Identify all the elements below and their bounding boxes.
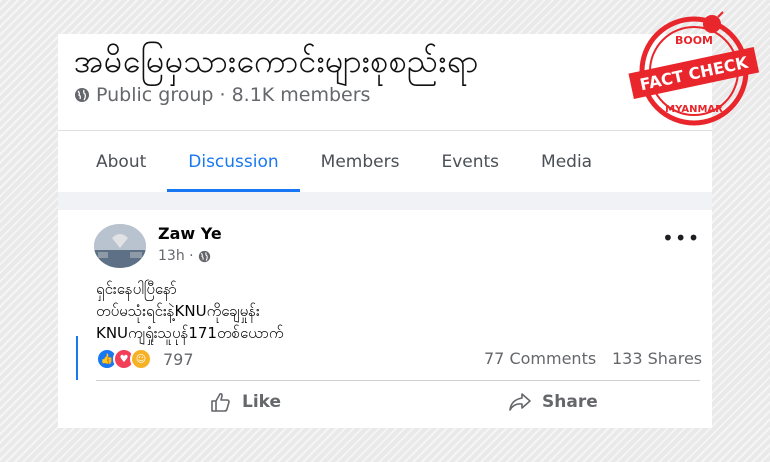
- badge-top-text: BOOM: [675, 34, 713, 47]
- divider: [58, 130, 712, 131]
- tab-events[interactable]: Events: [420, 134, 520, 192]
- group-meta: Public group · 8.1K members: [74, 84, 370, 106]
- like-button[interactable]: Like: [210, 392, 281, 412]
- post-accent-bar: [76, 336, 78, 380]
- post-text-line: KNUကျရှုံးသူပုန်171တစ်ယောက်: [96, 324, 284, 342]
- reaction-count: 797: [163, 349, 194, 369]
- post-time[interactable]: 13h ·: [158, 248, 194, 264]
- thumbs-up-icon: [211, 392, 230, 412]
- tab-media[interactable]: Media: [520, 134, 613, 192]
- group-meta-text: Public group · 8.1K members: [96, 84, 371, 106]
- more-options-icon[interactable]: •••: [662, 228, 700, 248]
- post-text: ရှင်းနေပါပြီနော် တပ်မသုံးရင်းနဲ့KNUကိုချ…: [96, 278, 284, 344]
- divider: [96, 380, 700, 381]
- tab-about[interactable]: About: [74, 134, 167, 192]
- comments-count[interactable]: 77 Comments: [484, 349, 596, 368]
- tab-discussion[interactable]: Discussion: [167, 134, 300, 192]
- share-icon: [509, 393, 531, 411]
- like-label: Like: [242, 392, 282, 412]
- group-name[interactable]: အမိမြေမှသားကောင်းများစုစည်းရာ: [74, 40, 479, 88]
- avatar-image: [94, 224, 146, 268]
- avatar[interactable]: [94, 224, 146, 268]
- post-author[interactable]: Zaw Ye: [158, 224, 222, 243]
- feed-gap: [58, 192, 712, 210]
- post-card: Zaw Ye 13h · ••• ရှင်းနေပါပြီနော် တပ်မသု…: [76, 210, 712, 428]
- globe-icon: [198, 250, 210, 262]
- care-reaction-icon: ☺: [130, 348, 152, 370]
- badge-bottom-text: MYANMAR: [665, 104, 723, 115]
- post-meta: 13h ·: [158, 248, 211, 264]
- share-button[interactable]: Share: [508, 392, 598, 412]
- post-text-line: တပ်မသုံးရင်းနဲ့KNUကိုချေမှုန်း: [96, 302, 260, 320]
- group-tabs: About Discussion Members Events Media: [74, 134, 613, 192]
- facebook-group-card: အမိမြေမှသားကောင်းများစုစည်းရာ Public gro…: [58, 34, 712, 428]
- group-header: အမိမြေမှသားကောင်းများစုစည်းရာ Public gro…: [58, 34, 712, 192]
- post-text-line: ရှင်းနေပါပြီနော်: [96, 280, 177, 298]
- globe-icon: [75, 88, 89, 102]
- reaction-summary[interactable]: 👍 ♥ ☺ 797: [96, 348, 194, 370]
- share-label: Share: [542, 392, 598, 412]
- boom-fact-check-badge: BOOM FACT CHECK MYANMAR: [628, 11, 760, 126]
- tab-members[interactable]: Members: [300, 134, 421, 192]
- shares-count[interactable]: 133 Shares: [612, 349, 702, 368]
- badge-main-text: FACT CHECK: [638, 53, 750, 95]
